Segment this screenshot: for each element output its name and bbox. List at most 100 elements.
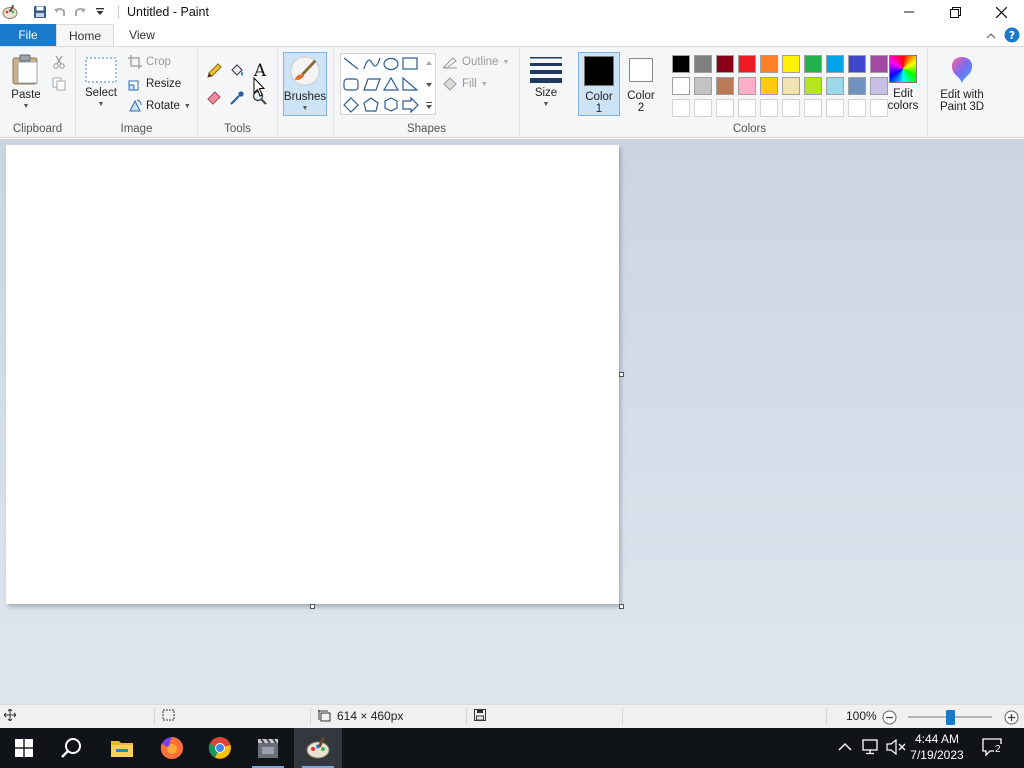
palette-swatch[interactable]: [672, 55, 690, 73]
paint-taskbar-button[interactable]: [294, 728, 342, 768]
paint3d-group: Edit with Paint 3D: [928, 47, 992, 137]
paint-icon: [306, 737, 330, 759]
network-status[interactable]: [862, 739, 880, 758]
zoom-in-button[interactable]: [1004, 710, 1019, 728]
resize-icon: [128, 80, 139, 91]
tab-file[interactable]: File: [0, 24, 56, 46]
system-clock[interactable]: 4:44 AM 7/19/2023: [906, 731, 968, 763]
image-group-label: Image: [120, 123, 153, 135]
palette-swatch[interactable]: [738, 55, 756, 73]
palette-swatch[interactable]: [826, 77, 844, 95]
fill-tool[interactable]: [229, 63, 245, 82]
shapes-scroll-up[interactable]: [425, 56, 433, 70]
close-button[interactable]: [978, 0, 1024, 24]
edit-with-paint3d-button[interactable]: Edit with Paint 3D: [932, 55, 992, 113]
palette-swatch[interactable]: [782, 77, 800, 95]
undo-icon[interactable]: [50, 2, 70, 22]
restore-button[interactable]: [932, 0, 978, 24]
brushes-button[interactable]: Brushes ▼: [283, 52, 327, 116]
size-button[interactable]: Size ▼: [528, 55, 564, 111]
canvas-resize-handle-bottom[interactable]: [310, 604, 315, 609]
notification-count: 2: [994, 744, 1002, 755]
palette-swatch[interactable]: [848, 77, 866, 95]
cut-button[interactable]: [52, 55, 66, 72]
outline-dropdown-icon: ▼: [502, 58, 510, 66]
palette-swatch[interactable]: [672, 77, 690, 95]
zoom-slider-thumb[interactable]: [946, 710, 955, 725]
palette-swatch[interactable]: [760, 55, 778, 73]
palette-swatch[interactable]: [694, 77, 712, 95]
palette-swatch[interactable]: [694, 55, 712, 73]
color2-swatch: [629, 58, 653, 82]
paste-button[interactable]: Paste ▼: [8, 53, 44, 113]
palette-swatch[interactable]: [804, 77, 822, 95]
firefox-button[interactable]: [148, 728, 196, 768]
tab-view[interactable]: View: [114, 24, 170, 46]
palette-swatch[interactable]: [760, 77, 778, 95]
palette-swatch[interactable]: [804, 55, 822, 73]
edit-colors-button[interactable]: Edit colors: [884, 55, 922, 112]
film-clapper-icon: [258, 738, 278, 758]
palette-swatch[interactable]: [782, 55, 800, 73]
help-icon[interactable]: ?: [1004, 27, 1020, 46]
custom-color-slot[interactable]: [672, 99, 690, 117]
file-explorer-button[interactable]: [98, 728, 146, 768]
select-label: Select: [85, 87, 117, 99]
paint-app-icon[interactable]: [0, 2, 20, 22]
color2-button[interactable]: Color 2: [622, 52, 660, 116]
palette-swatch[interactable]: [716, 77, 734, 95]
custom-color-slot[interactable]: [782, 99, 800, 117]
video-editor-button[interactable]: [244, 728, 292, 768]
pencil-tool[interactable]: [206, 63, 222, 82]
tab-home[interactable]: Home: [56, 24, 114, 47]
custom-color-slot[interactable]: [716, 99, 734, 117]
notifications-button[interactable]: 2: [982, 738, 1006, 758]
crop-button[interactable]: Crop: [128, 55, 171, 69]
outline-button[interactable]: Outline ▼: [442, 55, 509, 69]
canvas-workspace[interactable]: [0, 139, 1024, 704]
color-picker-tool[interactable]: [229, 90, 245, 109]
windows-logo-icon: [15, 739, 33, 757]
paint3d-icon: [951, 57, 973, 83]
taskbar: 4:44 AM 7/19/2023 2: [0, 728, 1024, 768]
crop-label: Crop: [146, 56, 171, 68]
custom-color-slot[interactable]: [760, 99, 778, 117]
color1-button[interactable]: Color 1: [578, 52, 620, 116]
palette-swatch[interactable]: [848, 55, 866, 73]
select-button[interactable]: Select ▼: [84, 57, 118, 111]
customize-toolbar-icon[interactable]: [90, 2, 110, 22]
custom-color-slot[interactable]: [738, 99, 756, 117]
custom-color-slot[interactable]: [804, 99, 822, 117]
rotate-button[interactable]: Rotate ▼: [128, 99, 191, 113]
eraser-tool[interactable]: [206, 90, 222, 109]
custom-color-slot[interactable]: [694, 99, 712, 117]
image-group: Select ▼ Crop Resize Rotate ▼ Image: [76, 47, 198, 137]
custom-color-slot[interactable]: [848, 99, 866, 117]
copy-button[interactable]: [52, 77, 66, 94]
shapes-expand[interactable]: [425, 99, 433, 113]
size-label: Size: [534, 87, 558, 99]
start-button[interactable]: [0, 728, 48, 768]
palette-swatch[interactable]: [738, 77, 756, 95]
custom-color-slot[interactable]: [826, 99, 844, 117]
zoom-level: 100%: [846, 709, 877, 723]
drawing-canvas[interactable]: [6, 145, 619, 604]
fill-button[interactable]: Fill ▼: [442, 77, 488, 91]
minimize-ribbon-icon[interactable]: [986, 30, 996, 44]
redo-icon[interactable]: [70, 2, 90, 22]
show-hidden-icons-button[interactable]: [838, 741, 852, 755]
minimize-button[interactable]: [886, 0, 932, 24]
resize-button[interactable]: Resize: [128, 77, 181, 91]
canvas-resize-handle-corner[interactable]: [619, 604, 624, 609]
save-icon[interactable]: [30, 2, 50, 22]
search-button[interactable]: [48, 728, 96, 768]
paint3d-label-2: Paint 3D: [939, 101, 985, 113]
outline-icon: [443, 57, 457, 69]
chrome-button[interactable]: [196, 728, 244, 768]
volume-status[interactable]: [886, 738, 906, 758]
canvas-resize-handle-right[interactable]: [619, 372, 624, 377]
shapes-scroll-down[interactable]: [425, 78, 433, 92]
palette-swatch[interactable]: [826, 55, 844, 73]
palette-swatch[interactable]: [716, 55, 734, 73]
zoom-out-button[interactable]: [882, 710, 897, 728]
